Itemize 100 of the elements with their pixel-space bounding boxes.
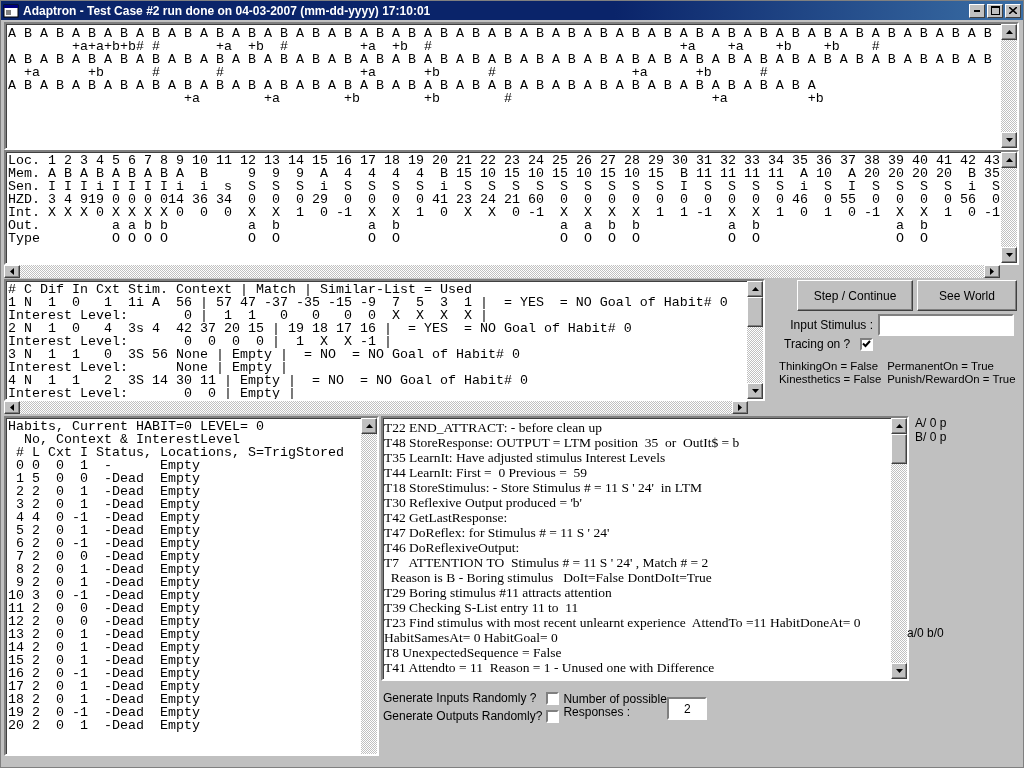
horizontal-scrollbar[interactable]: [4, 401, 748, 414]
scroll-down-button[interactable]: [1001, 132, 1017, 148]
table-cell-text: 0: [247, 193, 256, 206]
table-cell-text: 0: [367, 193, 376, 206]
responses-field[interactable]: 2: [667, 697, 708, 720]
row-label: Type: [8, 232, 40, 245]
scroll-up-button[interactable]: [361, 418, 377, 434]
minimize-button[interactable]: [969, 3, 985, 18]
log-line: T44 LearnIt: First = 0 Previous = 59: [384, 465, 589, 480]
table-cell-text: A: [799, 167, 808, 180]
maximize-button[interactable]: [987, 3, 1003, 18]
habit-line: 16 2 0 -1 -Dead Empty: [8, 667, 201, 680]
table-cell-text: S: [511, 180, 520, 193]
table-cell-text: 0: [655, 193, 664, 206]
table-cell-text: I: [679, 180, 688, 193]
table-cell-text: S: [631, 180, 640, 193]
column-header: 14: [287, 154, 304, 167]
scrollbar-thumb[interactable]: [747, 297, 763, 327]
table-cell-text: -1: [527, 206, 544, 219]
step-continue-button[interactable]: Step / Continue: [797, 280, 913, 311]
table-cell-text: S: [559, 180, 568, 193]
close-button[interactable]: [1005, 3, 1021, 18]
table-cell-text: a: [367, 219, 376, 232]
table-cell-text: i: [95, 180, 104, 193]
row-label: HZD.: [8, 193, 40, 206]
table-cell-text: 0: [391, 193, 400, 206]
table-cell-text: 0: [295, 193, 304, 206]
habit-line: No, Context & InterestLevel: [23, 433, 241, 446]
context-line: 3 N 1 1 0 3S 56 None | Empty | = NO = NO Goal of Habit# 0: [8, 348, 521, 361]
table-cell-text: 4: [63, 193, 72, 206]
column-header: 4: [95, 154, 104, 167]
scroll-up-button[interactable]: [1001, 24, 1017, 40]
table-cell-text: -1: [335, 206, 352, 219]
column-header: 32: [719, 154, 736, 167]
table-cell-text: 46: [791, 193, 808, 206]
table-cell-text: 0: [111, 193, 120, 206]
column-header: 35: [791, 154, 808, 167]
scroll-right-button[interactable]: [732, 401, 748, 414]
vertical-scrollbar[interactable]: [1001, 24, 1017, 148]
status-text: ThinkingOn = False: [779, 360, 880, 373]
table-cell-text: S: [247, 180, 256, 193]
checkbox[interactable]: [860, 337, 874, 351]
checkbox[interactable]: [546, 709, 560, 723]
table-cell-text: X: [47, 206, 56, 219]
table-cell-text: S: [487, 180, 496, 193]
table-cell-text: A: [143, 167, 152, 180]
scroll-up-button[interactable]: [1001, 152, 1017, 168]
scroll-down-button[interactable]: [891, 663, 907, 679]
column-header: 29: [647, 154, 664, 167]
vertical-scrollbar[interactable]: [361, 418, 377, 754]
table-cell-text: 0: [511, 206, 520, 219]
checkbox[interactable]: [546, 691, 560, 705]
table-cell-text: 10: [479, 167, 496, 180]
see-world-button[interactable]: See World: [917, 280, 1017, 311]
table-cell-text: a: [727, 219, 736, 232]
vertical-scrollbar[interactable]: [891, 418, 907, 679]
table-cell-text: b: [143, 219, 152, 232]
table-cell-text: b: [271, 219, 280, 232]
table-cell-text: 0: [175, 206, 184, 219]
context-line: Interest Level: 0 | 1 1 0 0 0 0 X X X X |: [8, 309, 488, 322]
counter-text: a/0 b/0: [907, 626, 945, 640]
table-cell-text: A: [111, 167, 120, 180]
scroll-up-button[interactable]: [747, 281, 763, 297]
status-text: Kinesthetics = False: [779, 373, 882, 386]
status-text: Punish/RewardOn = True: [887, 373, 1016, 386]
table-cell-text: 0: [895, 193, 904, 206]
table-cell-text: 4: [415, 167, 424, 180]
table-cell-text: 56: [959, 193, 976, 206]
table-cell-text: i: [199, 180, 208, 193]
table-cell-text: O: [583, 232, 592, 245]
table-cell-text: 20: [935, 167, 952, 180]
input-stimulus-field[interactable]: [878, 314, 1014, 336]
table-cell-text: 0: [415, 193, 424, 206]
table-cell-text: 0: [871, 193, 880, 206]
vertical-scrollbar[interactable]: [747, 281, 763, 399]
tracing-label: Tracing on ?: [784, 337, 851, 351]
table-cell-text: 11: [743, 167, 760, 180]
table-cell-text: 4: [391, 167, 400, 180]
scrollbar-thumb[interactable]: [891, 434, 907, 464]
table-cell-text: -1: [983, 206, 1000, 219]
table-cell-text: 0: [847, 206, 856, 219]
scroll-left-button[interactable]: [4, 265, 20, 278]
vertical-scrollbar[interactable]: [1001, 152, 1017, 263]
log-line: T46 DoReflexiveOutput:: [384, 540, 521, 555]
table-cell-text: O: [919, 232, 928, 245]
column-header: 3: [79, 154, 88, 167]
column-header: 23: [503, 154, 520, 167]
scroll-down-button[interactable]: [747, 383, 763, 399]
scroll-right-button[interactable]: [984, 265, 1000, 278]
horizontal-scrollbar[interactable]: [4, 265, 1000, 278]
table-cell-text: X: [727, 206, 736, 219]
habit-line: 20 2 0 1 -Dead Empty: [8, 719, 201, 732]
scroll-up-button[interactable]: [891, 418, 907, 434]
table-cell-text: S: [295, 180, 304, 193]
scroll-left-button[interactable]: [4, 401, 20, 414]
log-line: T18 StoreStimulus: - Store Stimulus # = 11 S ' 24' in LTM: [384, 480, 703, 495]
habit-line: # L Cxt I Status, Locations, S=TrigStored: [15, 446, 345, 459]
table-cell-text: 0: [967, 206, 976, 219]
table-cell-text: 10: [527, 167, 544, 180]
scroll-down-button[interactable]: [1001, 247, 1017, 263]
